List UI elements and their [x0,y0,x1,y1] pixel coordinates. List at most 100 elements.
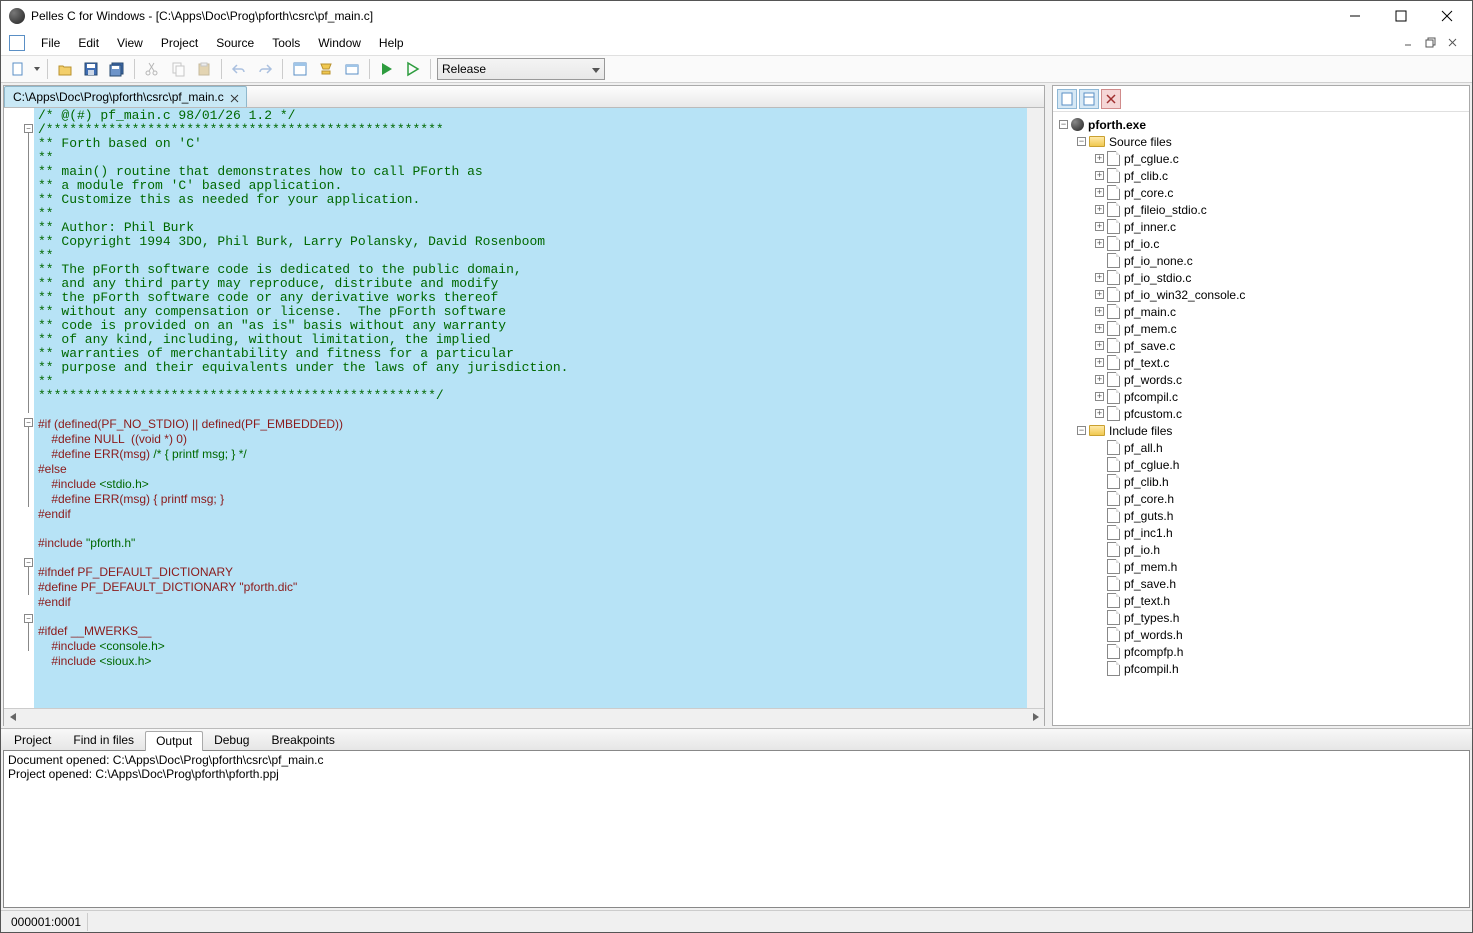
project-file[interactable]: pf_cglue.h [1053,456,1469,473]
mdi-minimize-button[interactable] [1398,34,1420,52]
paste-button[interactable] [193,58,215,80]
project-file[interactable]: pf_inc1.h [1053,524,1469,541]
output-panel[interactable]: Document opened: C:\Apps\Doc\Prog\pforth… [3,750,1470,908]
menu-window[interactable]: Window [310,34,369,52]
tree-expand-toggle[interactable]: − [1077,137,1086,146]
project-file[interactable]: +pf_save.c [1053,337,1469,354]
project-file[interactable]: +pf_cglue.c [1053,150,1469,167]
config-combo[interactable]: Release [437,58,605,80]
properties-button[interactable] [341,58,363,80]
project-file[interactable]: pf_mem.h [1053,558,1469,575]
menu-project[interactable]: Project [153,34,206,52]
tree-expand-toggle[interactable]: + [1095,375,1104,384]
tree-expand-toggle[interactable]: + [1095,307,1104,316]
toggle-project-button[interactable] [289,58,311,80]
undo-button[interactable] [228,58,250,80]
fold-toggle[interactable]: − [24,418,33,427]
project-file[interactable]: +pf_io_win32_console.c [1053,286,1469,303]
new-file-dropdown[interactable] [33,58,41,80]
project-view-tree-button[interactable] [1079,89,1099,109]
tree-expand-toggle[interactable]: − [1059,120,1068,129]
project-file[interactable]: pf_all.h [1053,439,1469,456]
project-file[interactable]: +pf_mem.c [1053,320,1469,337]
bottom-tab-project[interactable]: Project [3,730,62,750]
copy-button[interactable] [167,58,189,80]
fold-toggle[interactable]: − [24,124,33,133]
project-file[interactable]: +pf_fileio_stdio.c [1053,201,1469,218]
project-folder[interactable]: −Source files [1053,133,1469,150]
fold-gutter[interactable]: − − − − [4,108,34,708]
fold-toggle[interactable]: − [24,558,33,567]
bottom-tab-breakpoints[interactable]: Breakpoints [260,730,345,750]
project-tree-viewport[interactable]: −pforth.exe−Source files+pf_cglue.c+pf_c… [1053,116,1469,725]
project-file[interactable]: pfcompil.h [1053,660,1469,677]
tree-expand-toggle[interactable]: + [1095,188,1104,197]
editor-hscrollbar[interactable] [4,708,1044,725]
run-button[interactable] [376,58,398,80]
menu-help[interactable]: Help [371,34,412,52]
project-file[interactable]: pf_core.h [1053,490,1469,507]
project-folder[interactable]: −Include files [1053,422,1469,439]
tab-close-icon[interactable] [230,92,240,102]
project-file[interactable]: +pf_clib.c [1053,167,1469,184]
save-all-button[interactable] [106,58,128,80]
bottom-tab-find-in-files[interactable]: Find in files [62,730,145,750]
code-editor[interactable]: /* @(#) pf_main.c 98/01/26 1.2 */ /*****… [34,108,1027,708]
project-file[interactable]: pf_guts.h [1053,507,1469,524]
menu-file[interactable]: File [33,34,68,52]
cut-button[interactable] [141,58,163,80]
scroll-right-icon[interactable] [1027,709,1044,726]
project-file[interactable]: pf_text.h [1053,592,1469,609]
project-file[interactable]: +pf_main.c [1053,303,1469,320]
tree-expand-toggle[interactable]: + [1095,222,1104,231]
project-file[interactable]: +pfcompil.c [1053,388,1469,405]
debug-button[interactable] [402,58,424,80]
project-file[interactable]: +pf_io.c [1053,235,1469,252]
tree-expand-toggle[interactable]: − [1077,426,1086,435]
project-file[interactable]: pf_types.h [1053,609,1469,626]
new-file-button[interactable] [7,58,29,80]
project-file[interactable]: pf_io.h [1053,541,1469,558]
tree-expand-toggle[interactable]: + [1095,358,1104,367]
project-file[interactable]: +pf_io_stdio.c [1053,269,1469,286]
close-button[interactable] [1424,1,1470,31]
menu-edit[interactable]: Edit [70,34,107,52]
fold-toggle[interactable]: − [24,614,33,623]
tree-expand-toggle[interactable]: + [1095,392,1104,401]
menu-view[interactable]: View [109,34,151,52]
mdi-restore-button[interactable] [1420,34,1442,52]
bottom-tab-debug[interactable]: Debug [203,730,260,750]
editor-vscrollbar[interactable] [1027,108,1044,708]
toggle-output-button[interactable] [315,58,337,80]
project-file[interactable]: pf_clib.h [1053,473,1469,490]
project-root[interactable]: −pforth.exe [1053,116,1469,133]
project-file[interactable]: pfcompfp.h [1053,643,1469,660]
menu-tools[interactable]: Tools [264,34,308,52]
tree-expand-toggle[interactable]: + [1095,290,1104,299]
project-file[interactable]: pf_save.h [1053,575,1469,592]
open-button[interactable] [54,58,76,80]
project-file[interactable]: +pf_words.c [1053,371,1469,388]
tree-expand-toggle[interactable]: + [1095,171,1104,180]
project-file[interactable]: pf_words.h [1053,626,1469,643]
project-file[interactable]: pf_io_none.c [1053,252,1469,269]
maximize-button[interactable] [1378,1,1424,31]
scroll-left-icon[interactable] [4,709,21,726]
project-file[interactable]: +pfcustom.c [1053,405,1469,422]
redo-button[interactable] [254,58,276,80]
project-file[interactable]: +pf_inner.c [1053,218,1469,235]
mdi-close-button[interactable] [1442,34,1464,52]
project-file[interactable]: +pf_core.c [1053,184,1469,201]
tree-expand-toggle[interactable]: + [1095,409,1104,418]
save-button[interactable] [80,58,102,80]
project-close-button[interactable] [1101,89,1121,109]
tree-expand-toggle[interactable]: + [1095,239,1104,248]
project-view-files-button[interactable] [1057,89,1077,109]
tree-expand-toggle[interactable]: + [1095,205,1104,214]
menu-source[interactable]: Source [208,34,262,52]
tree-expand-toggle[interactable]: + [1095,341,1104,350]
tree-expand-toggle[interactable]: + [1095,154,1104,163]
tree-expand-toggle[interactable]: + [1095,273,1104,282]
project-file[interactable]: +pf_text.c [1053,354,1469,371]
minimize-button[interactable] [1332,1,1378,31]
